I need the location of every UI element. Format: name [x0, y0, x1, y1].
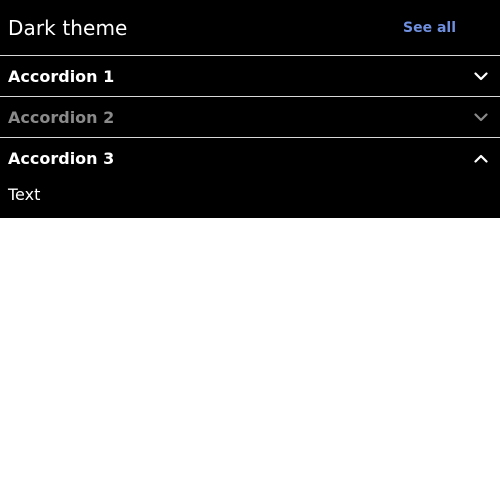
- accordion-item-2: Accordion 2: [0, 97, 500, 138]
- accordion-header-2: Accordion 2: [0, 97, 500, 137]
- chevron-up-icon: [474, 151, 488, 165]
- accordion-content-3: Text: [0, 178, 500, 218]
- accordion-label: Accordion 1: [8, 66, 115, 86]
- accordion-label: Accordion 3: [8, 148, 115, 168]
- accordion-item-3: Accordion 3 Text: [0, 138, 500, 218]
- dark-theme-panel: Dark theme See all Accordion 1 Accordion…: [0, 0, 500, 218]
- accordion-header-3[interactable]: Accordion 3: [0, 138, 500, 178]
- panel-title: Dark theme: [8, 15, 128, 40]
- chevron-down-icon: [474, 110, 488, 124]
- accordion-header-1[interactable]: Accordion 1: [0, 56, 500, 96]
- accordion-content-text: Text: [8, 184, 41, 204]
- chevron-down-icon: [474, 69, 488, 83]
- panel-header: Dark theme See all: [0, 0, 500, 56]
- accordion-item-1: Accordion 1: [0, 56, 500, 97]
- accordion-label: Accordion 2: [8, 107, 115, 127]
- see-all-link[interactable]: See all: [395, 12, 464, 44]
